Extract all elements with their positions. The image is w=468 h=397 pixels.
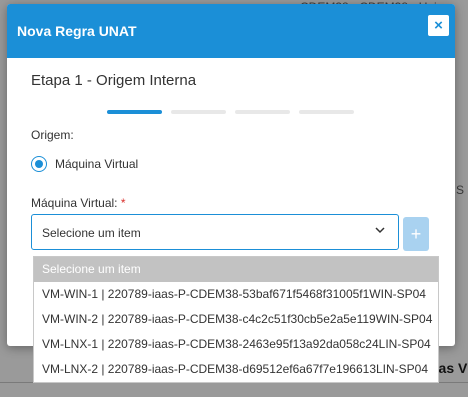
dropdown-option-placeholder[interactable]: Selecione um item <box>34 257 438 282</box>
maquina-virtual-label-text: Máquina Virtual: <box>31 196 118 210</box>
progress-step-4 <box>299 110 354 114</box>
add-button[interactable]: + <box>403 217 429 251</box>
dropdown-option[interactable]: VM-WIN-2 | 220789-iaas-P-CDEM38-c4c2c51f… <box>34 307 438 332</box>
step-progress <box>107 110 354 114</box>
modal-title: Nova Regra UNAT <box>17 23 137 39</box>
progress-step-2 <box>171 110 226 114</box>
chevron-down-icon <box>374 224 386 239</box>
background-side-text: S D <box>456 183 468 197</box>
progress-step-3 <box>235 110 290 114</box>
maquina-virtual-dropdown: Selecione um item VM-WIN-1 | 220789-iaas… <box>33 256 439 383</box>
radio-label: Máquina Virtual <box>55 157 139 171</box>
radio-selected-icon[interactable] <box>31 156 47 172</box>
select-value: Selecione um item <box>42 226 141 240</box>
progress-step-1 <box>107 110 162 114</box>
required-mark: * <box>120 196 126 210</box>
modal-header: Nova Regra UNAT × <box>7 4 455 58</box>
origem-radio-maquina-virtual[interactable]: Máquina Virtual <box>31 156 138 172</box>
dropdown-option[interactable]: VM-WIN-1 | 220789-iaas-P-CDEM38-53baf671… <box>34 282 438 307</box>
origem-label: Origem: <box>31 128 74 142</box>
plus-icon: + <box>410 223 422 244</box>
step-title: Etapa 1 - Origem Interna <box>31 72 197 89</box>
dropdown-option[interactable]: VM-LNX-1 | 220789-iaas-P-CDEM38-2463e95f… <box>34 332 438 357</box>
close-icon: × <box>434 17 443 34</box>
close-button[interactable]: × <box>428 15 449 36</box>
dropdown-option[interactable]: VM-LNX-2 | 220789-iaas-P-CDEM38-d69512ef… <box>34 357 438 382</box>
maquina-virtual-label: Máquina Virtual: * <box>31 196 126 210</box>
maquina-virtual-select[interactable]: Selecione um item <box>31 214 399 250</box>
